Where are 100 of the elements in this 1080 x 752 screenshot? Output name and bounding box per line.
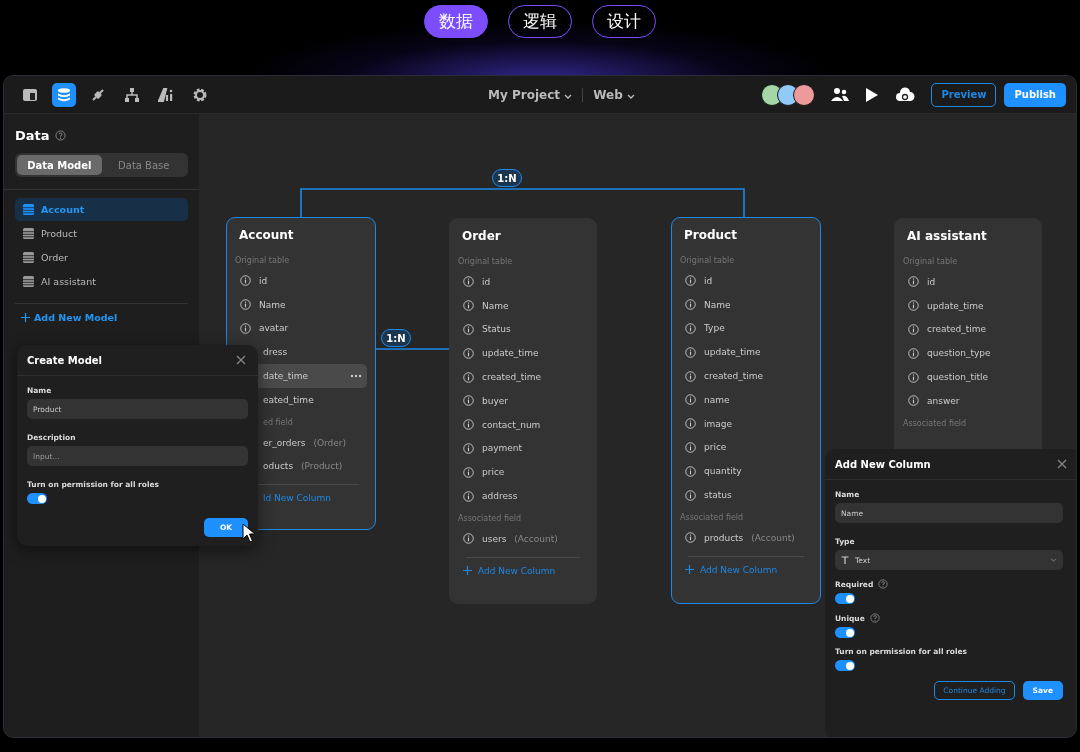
field-row[interactable]: question_title	[903, 365, 1033, 389]
field-row[interactable]: image	[680, 411, 812, 436]
info-icon	[685, 323, 696, 334]
close-icon[interactable]	[1057, 459, 1067, 469]
info-icon	[685, 532, 696, 544]
field-row[interactable]: price	[458, 460, 588, 485]
info-icon	[685, 465, 696, 477]
dialog-title: Create Model	[27, 354, 103, 366]
preview-button[interactable]: Preview	[931, 82, 997, 107]
info-icon	[463, 419, 474, 431]
segment-tab[interactable]: Data Model	[17, 155, 102, 175]
add-column-button[interactable]: Add New Column	[458, 561, 561, 580]
field-row[interactable]: created_time	[903, 317, 1033, 342]
segment-tab[interactable]: Data Base	[101, 155, 186, 175]
database-icon[interactable]	[52, 82, 76, 107]
field-row[interactable]: Name	[458, 293, 588, 318]
field-row[interactable]: Status	[458, 317, 588, 342]
field-row[interactable]: price	[680, 435, 812, 460]
panel-title: Data	[15, 128, 50, 143]
field-row[interactable]: id	[680, 269, 812, 293]
toggle-switch[interactable]	[835, 627, 855, 638]
field-row[interactable]: answer	[903, 389, 1033, 413]
field-row[interactable]: id	[235, 269, 367, 293]
card-title: Account	[238, 228, 295, 244]
field-row[interactable]: created_time	[458, 365, 588, 389]
section-label: Original table	[903, 256, 959, 268]
add-column-button[interactable]: Add New Column	[680, 560, 783, 579]
info-icon	[685, 299, 696, 311]
field-row[interactable]: status	[680, 483, 812, 507]
field-row[interactable]: update_time	[680, 340, 812, 365]
model-item[interactable]: Account	[15, 198, 188, 221]
field-row[interactable]: address	[458, 484, 588, 508]
field-row[interactable]: id	[903, 270, 1033, 294]
field-row[interactable]: avatar	[235, 316, 367, 341]
field-row[interactable]: Type	[680, 316, 812, 341]
model-item[interactable]: Product	[15, 222, 188, 245]
info-icon	[463, 490, 474, 502]
toggle-switch[interactable]	[27, 493, 47, 504]
card-title: Order	[461, 229, 502, 245]
info-icon	[908, 395, 919, 407]
model-item[interactable]: Order	[15, 246, 188, 269]
model-item[interactable]: AI assistant	[15, 270, 188, 293]
field-row[interactable]: update_time	[903, 293, 1033, 318]
field-row[interactable]: id	[458, 270, 588, 294]
help-icon[interactable]	[54, 130, 66, 141]
field-row[interactable]: contact_num	[458, 412, 588, 437]
info-icon	[240, 275, 251, 287]
info-icon	[463, 276, 474, 288]
chevron-down-icon	[564, 93, 573, 99]
field-row[interactable]: question_type	[903, 341, 1033, 366]
toggle-switch[interactable]	[835, 593, 855, 604]
more-icon[interactable]	[350, 374, 362, 379]
section-label: Associated field	[903, 417, 968, 430]
platform-dropdown[interactable]: Web	[593, 87, 635, 102]
info-icon	[908, 371, 919, 383]
field-row[interactable]: Name	[235, 292, 367, 317]
close-icon[interactable]	[236, 355, 246, 365]
info-icon	[463, 324, 474, 335]
mode-tab[interactable]: 数据	[424, 5, 488, 38]
help-icon[interactable]	[869, 613, 880, 623]
relation-badge[interactable]: 1:N	[492, 169, 522, 187]
info-icon	[685, 346, 696, 358]
text-type-icon	[841, 556, 849, 564]
cloud-icon[interactable]	[895, 86, 916, 103]
info-icon	[463, 533, 474, 545]
field-row[interactable]: buyer	[458, 389, 588, 413]
info-icon	[908, 300, 919, 312]
info-icon	[463, 466, 474, 478]
field-row[interactable]: Name	[680, 292, 812, 317]
table-icon	[23, 228, 34, 239]
field-row[interactable]: update_time	[458, 341, 588, 366]
table-icon	[23, 276, 34, 287]
section-label: Associated field	[680, 511, 745, 524]
add-column-button[interactable]: ld New Column	[235, 489, 337, 508]
add-model-button[interactable]: Add New Model	[15, 312, 188, 323]
field-row[interactable]: payment	[458, 436, 588, 461]
info-icon	[685, 370, 696, 382]
section-label: Original table	[235, 255, 291, 267]
info-icon	[240, 299, 251, 311]
table-icon	[23, 252, 34, 263]
table-icon	[23, 204, 34, 215]
info-icon	[240, 323, 251, 334]
users-icon[interactable]	[831, 86, 850, 103]
section-label: Associated field	[458, 512, 523, 525]
chevron-down-icon	[1050, 558, 1057, 562]
info-icon	[908, 347, 919, 359]
project-dropdown[interactable]: My Project	[488, 87, 573, 102]
field-row[interactable]: quantity	[680, 459, 812, 484]
section-label: Original table	[458, 256, 514, 268]
info-icon	[908, 324, 919, 335]
field-row[interactable]: users (Account)	[458, 526, 588, 551]
table-card[interactable]: Order Original table id Name Status update_time created_time buyer contact_num payment price address Associated field users (Account) Add New Column	[449, 218, 597, 604]
toggle-switch[interactable]	[835, 660, 855, 671]
field-row[interactable]: name	[680, 388, 812, 412]
relation-badge[interactable]: 1:N	[381, 329, 411, 347]
field-row[interactable]: products (Account)	[680, 525, 812, 550]
play-icon[interactable]	[865, 86, 880, 103]
field-row[interactable]: created_time	[680, 364, 812, 388]
table-card[interactable]: Product Original table id Name Type update_time created_time name image price quantity status Associated field products (Account) Add New Column	[671, 217, 821, 604]
help-icon[interactable]	[878, 579, 889, 589]
